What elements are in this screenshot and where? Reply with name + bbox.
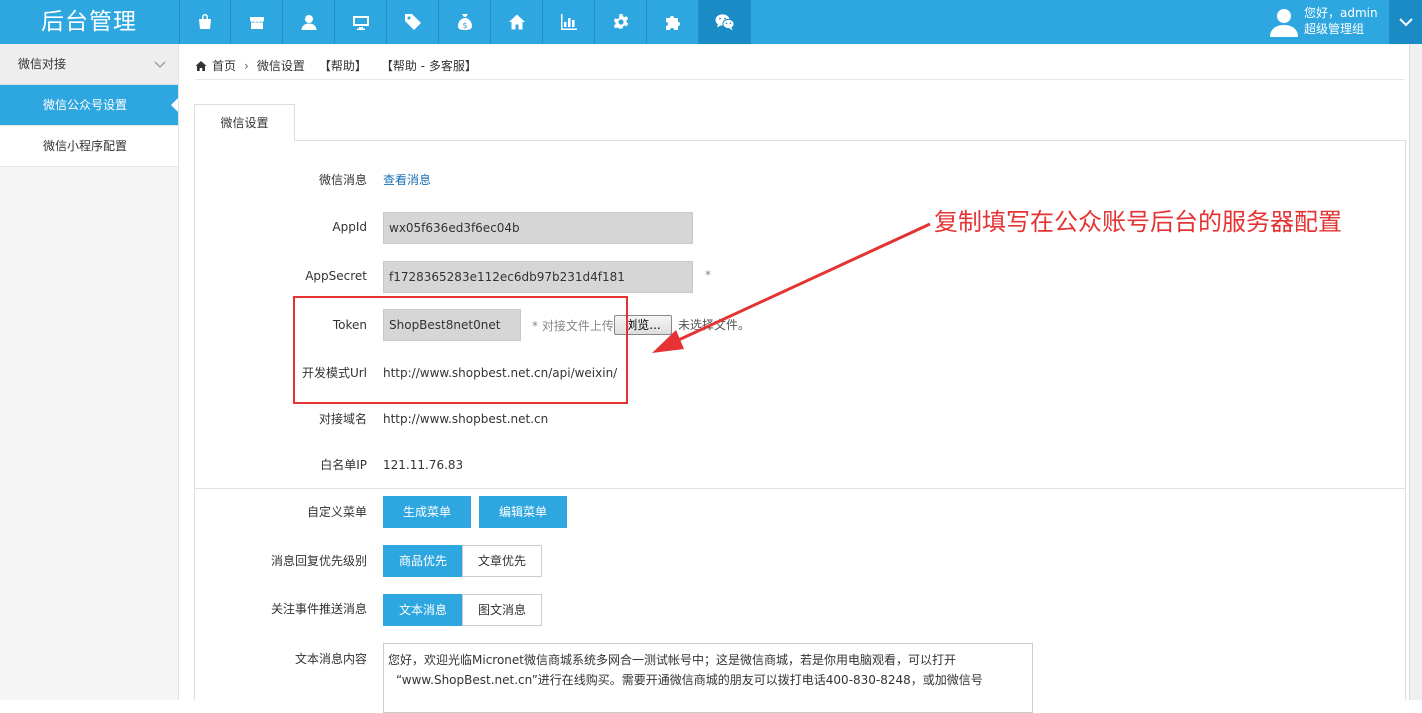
required-mark: * (705, 268, 711, 282)
view-messages-link[interactable]: 查看消息 (383, 172, 431, 188)
home-icon[interactable] (491, 0, 543, 44)
annotation-text: 复制填写在公众账号后台的服务器配置 (934, 208, 1342, 236)
whitelist-value: 121.11.76.83 (383, 458, 464, 472)
breadcrumb: 首页 › 微信设置 【帮助】 【帮助 - 多客服】 (195, 52, 1405, 80)
chevron-down-icon (154, 61, 166, 68)
gear-icon[interactable] (595, 0, 647, 44)
whitelist-label: 白名单IP (320, 458, 367, 472)
monitor-icon[interactable] (335, 0, 387, 44)
appid-field[interactable]: wx05f636ed3f6ec04b (383, 212, 693, 244)
text-content-label: 文本消息内容 (294, 652, 367, 666)
sidebar-group-label: 微信对接 (18, 57, 67, 71)
home-icon (195, 60, 207, 71)
appid-label: AppId (332, 220, 367, 234)
money-bag-icon[interactable]: $ (439, 0, 491, 44)
custom-menu-label: 自定义菜单 (306, 505, 367, 519)
top-bar: 后台管理 $ 您好，admin 超级管理组 (0, 0, 1422, 44)
priority-product-option[interactable]: 商品优先 (383, 545, 463, 577)
help-customer-service-link[interactable]: 【帮助 - 多客服】 (381, 57, 477, 74)
generate-menu-button[interactable]: 生成菜单 (383, 496, 471, 528)
messages-label: 微信消息 (318, 173, 367, 187)
avatar-icon (1269, 7, 1299, 37)
wechat-icon[interactable] (699, 0, 751, 44)
user-greeting: 您好，admin (1304, 6, 1378, 20)
annotation-highlight-box (293, 296, 628, 404)
breadcrumb-home[interactable]: 首页 (212, 57, 236, 74)
follow-push-label: 关注事件推送消息 (270, 602, 367, 616)
follow-news-option[interactable]: 图文消息 (462, 594, 542, 626)
sidebar-group-wechat[interactable]: 微信对接 (0, 44, 178, 85)
user-icon[interactable] (283, 0, 335, 44)
appsecret-label: AppSecret (305, 269, 367, 283)
tab-wechat-settings[interactable]: 微信设置 (194, 104, 295, 141)
top-nav: $ (179, 0, 751, 44)
breadcrumb-separator: › (244, 58, 249, 73)
edit-menu-button[interactable]: 编辑菜单 (479, 496, 567, 528)
sidebar-item-official-account[interactable]: 微信公众号设置 (0, 85, 178, 126)
user-menu[interactable]: 您好，admin 超级管理组 (1265, 0, 1387, 44)
help-link[interactable]: 【帮助】 (319, 57, 367, 74)
user-role: 超级管理组 (1304, 22, 1365, 36)
sidebar-item-mini-program[interactable]: 微信小程序配置 (0, 126, 178, 167)
brand-title: 后台管理 (41, 9, 137, 35)
scrollbar[interactable] (1409, 44, 1422, 700)
appsecret-field[interactable]: f1728365283e112ec6db97b231d4f181 (383, 261, 693, 293)
priority-article-option[interactable]: 文章优先 (462, 545, 542, 577)
breadcrumb-current: 微信设置 (256, 59, 305, 73)
puzzle-icon[interactable] (647, 0, 699, 44)
tag-icon[interactable] (387, 0, 439, 44)
reply-priority-label: 消息回复优先级别 (270, 554, 367, 568)
no-file-text: 未选择文件。 (678, 318, 751, 332)
text-content-textarea[interactable]: 您好，欢迎光临Micronet微信商城系统多网合一测试帐号中；这是微信商城，若是… (383, 643, 1033, 713)
text-content-line: “www.ShopBest.net.cn”进行在线购买。需要开通微信商城的朋友可… (396, 673, 983, 687)
text-content-line: 您好，欢迎光临Micronet微信商城系统多网合一测试帐号中；这是微信商城，若是… (388, 653, 956, 667)
sidebar: 微信对接 微信公众号设置 微信小程序配置 (0, 44, 179, 700)
store-icon[interactable] (231, 0, 283, 44)
follow-text-option[interactable]: 文本消息 (383, 594, 463, 626)
sidebar-item-label: 微信公众号设置 (43, 98, 128, 112)
domain-label: 对接域名 (318, 412, 367, 426)
shop-icon[interactable] (179, 0, 231, 44)
user-dropdown-button[interactable] (1389, 0, 1422, 44)
svg-text:$: $ (462, 21, 467, 30)
domain-value: http://www.shopbest.net.cn (383, 412, 549, 426)
sidebar-item-label: 微信小程序配置 (43, 139, 128, 153)
divider (195, 488, 1405, 489)
bar-chart-icon[interactable] (543, 0, 595, 44)
chevron-down-icon (1398, 18, 1413, 27)
